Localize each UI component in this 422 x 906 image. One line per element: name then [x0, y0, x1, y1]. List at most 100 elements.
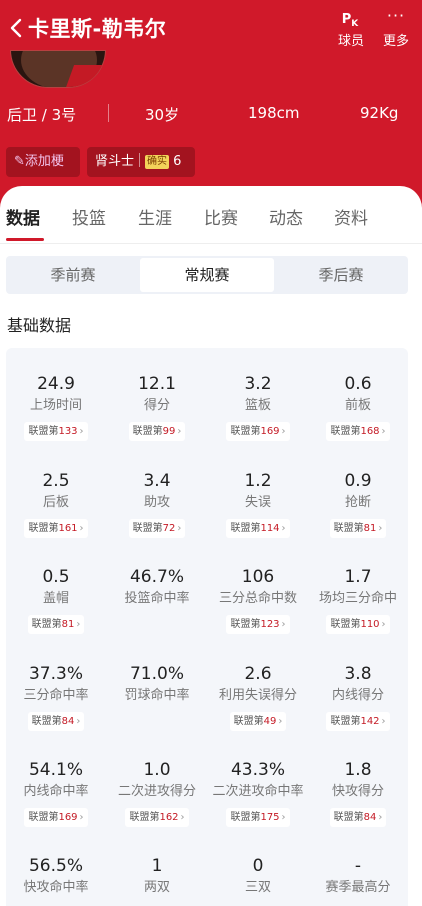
rank-number: 114	[260, 523, 280, 534]
back-button[interactable]	[6, 14, 28, 42]
chevron-right-icon: ›	[177, 426, 182, 437]
rank-prefix: 联盟第	[31, 619, 62, 630]
rank-prefix: 联盟第	[330, 716, 361, 727]
stat-cell: 1.2 失误 联盟第114 ›	[208, 471, 308, 538]
stat-cell: 1.0 二次进攻得分 联盟第162 ›	[107, 760, 207, 827]
stat-value: 1.2	[244, 471, 272, 491]
stat-value: 56.5%	[28, 856, 83, 876]
rank-number: 133	[58, 426, 78, 437]
tab-data[interactable]: 数据	[6, 204, 40, 229]
stat-cell: 0 三双	[208, 856, 308, 896]
stat-cell: 24.9 上场时间 联盟第133 ›	[6, 374, 106, 441]
add-tag-label: 添加梗	[24, 154, 64, 169]
section-title: 基础数据	[7, 316, 72, 335]
league-rank-badge[interactable]: 联盟第133 ›	[24, 422, 88, 441]
stat-value: 12.1	[138, 374, 176, 394]
chevron-right-icon: ›	[381, 716, 386, 727]
rank-prefix: 联盟第	[28, 812, 59, 823]
chevron-right-icon: ›	[180, 812, 185, 823]
chevron-right-icon: ›	[378, 812, 383, 823]
league-rank-badge[interactable]: 联盟第161 ›	[24, 519, 88, 538]
rank-number: 110	[360, 619, 380, 630]
tab-divider	[0, 243, 422, 244]
stat-value: 3.2	[244, 374, 272, 394]
stat-cell: 0.5 盖帽联盟第81 ›	[6, 567, 106, 634]
season-tab-playoffs[interactable]: 季后赛	[274, 256, 408, 294]
stat-label: 盖帽	[42, 591, 69, 606]
stat-cell: 46.7% 投篮命中率	[107, 567, 207, 607]
league-rank-badge[interactable]: 联盟第168 ›	[326, 422, 390, 441]
rank-number: 175	[260, 812, 280, 823]
stat-label: 快攻命中率	[23, 880, 89, 895]
more-icon[interactable]: ···	[382, 6, 410, 25]
league-rank-badge[interactable]: 联盟第114 ›	[226, 519, 290, 538]
stat-cell: 3.4 助攻 联盟第72 ›	[107, 471, 207, 538]
stat-value: 1.7	[344, 567, 372, 587]
tab-news[interactable]: 动态	[269, 204, 303, 229]
league-rank-badge[interactable]: 联盟第72 ›	[128, 519, 186, 538]
stat-cell: 37.3% 三分命中率 联盟第84 ›	[6, 664, 106, 731]
league-rank-badge[interactable]: 联盟第162 ›	[125, 808, 189, 827]
rank-number: 99	[162, 426, 176, 437]
league-rank-badge[interactable]: 联盟第81 ›	[329, 519, 387, 538]
rank-prefix: 联盟第	[233, 716, 264, 727]
tab-bar: 数据 投篮 生涯 比赛 动态 资料	[0, 200, 422, 242]
pk-button[interactable]: PK	[336, 8, 364, 32]
stat-cell: 71.0% 罚球命中率	[107, 664, 207, 704]
tag-name: 肾斗士	[95, 154, 135, 169]
league-rank-badge[interactable]: 联盟第99 ›	[128, 422, 186, 441]
season-tab-regular[interactable]: 常规赛	[140, 258, 274, 292]
league-rank-badge[interactable]: 联盟第81 ›	[27, 615, 85, 634]
league-rank-badge[interactable]: 联盟第169 ›	[24, 808, 88, 827]
rank-prefix: 联盟第	[28, 426, 59, 437]
rank-number: 81	[61, 619, 75, 630]
stat-value: 54.1%	[28, 760, 83, 780]
tag-divider	[139, 153, 141, 167]
add-tag-button[interactable]: ✎添加梗	[6, 147, 80, 177]
tab-shooting[interactable]: 投篮	[72, 204, 106, 229]
stat-value: 0.5	[42, 567, 70, 587]
stat-label: 上场时间	[29, 398, 82, 413]
league-rank-badge[interactable]: 联盟第169 ›	[226, 422, 290, 441]
stat-value: 2.6	[244, 664, 272, 684]
rank-prefix: 联盟第	[330, 619, 361, 630]
league-rank-badge[interactable]: 联盟第175 ›	[226, 808, 290, 827]
chevron-right-icon: ›	[281, 426, 286, 437]
rank-number: 142	[360, 716, 380, 727]
tag-chip[interactable]: 肾斗士 确实 6	[87, 147, 195, 177]
tab-games[interactable]: 比赛	[204, 204, 238, 229]
stat-value: 1	[151, 856, 163, 876]
rank-number: 49	[263, 716, 277, 727]
player-meta: 后卫 / 3号 30岁 198cm 92Kg	[0, 100, 422, 128]
league-rank-badge[interactable]: 联盟第110 ›	[326, 615, 390, 634]
more-label[interactable]: 更多	[380, 30, 412, 49]
tab-career[interactable]: 生涯	[138, 204, 172, 229]
tab-active-indicator	[6, 238, 44, 241]
rank-prefix: 联盟第	[230, 619, 261, 630]
league-rank-badge[interactable]: 联盟第123 ›	[226, 615, 290, 634]
stat-label: 篮板	[244, 398, 271, 413]
stat-cell: 0.6 前板 联盟第168 ›	[308, 374, 408, 441]
stat-value: 46.7%	[129, 567, 184, 587]
player-name: 卡里斯-勒韦尔	[28, 17, 167, 41]
stat-label: 抢断	[344, 495, 371, 510]
rank-prefix: 联盟第	[230, 812, 261, 823]
top-bar: 卡里斯-勒韦尔 PK 球员 ··· 更多	[0, 0, 422, 56]
stat-label: 利用失误得分	[218, 688, 297, 703]
stat-value: 0.6	[344, 374, 372, 394]
rank-number: 168	[360, 426, 380, 437]
pencil-icon: ✎	[14, 154, 25, 169]
pk-label[interactable]: 球员	[336, 30, 366, 49]
league-rank-badge[interactable]: 联盟第49 ›	[229, 712, 287, 731]
league-rank-badge[interactable]: 联盟第142 ›	[326, 712, 390, 731]
stat-value: 1.8	[344, 760, 372, 780]
chevron-right-icon: ›	[281, 812, 286, 823]
stat-label: 场均三分命中	[318, 591, 397, 606]
season-tab-preseason[interactable]: 季前赛	[6, 256, 140, 294]
stat-label: 两双	[143, 880, 170, 895]
league-rank-badge[interactable]: 联盟第84 ›	[329, 808, 387, 827]
league-rank-badge[interactable]: 联盟第84 ›	[27, 712, 85, 731]
chevron-right-icon: ›	[79, 523, 84, 534]
tab-profile[interactable]: 资料	[334, 204, 368, 229]
stat-cell: 1 两双	[107, 856, 207, 896]
